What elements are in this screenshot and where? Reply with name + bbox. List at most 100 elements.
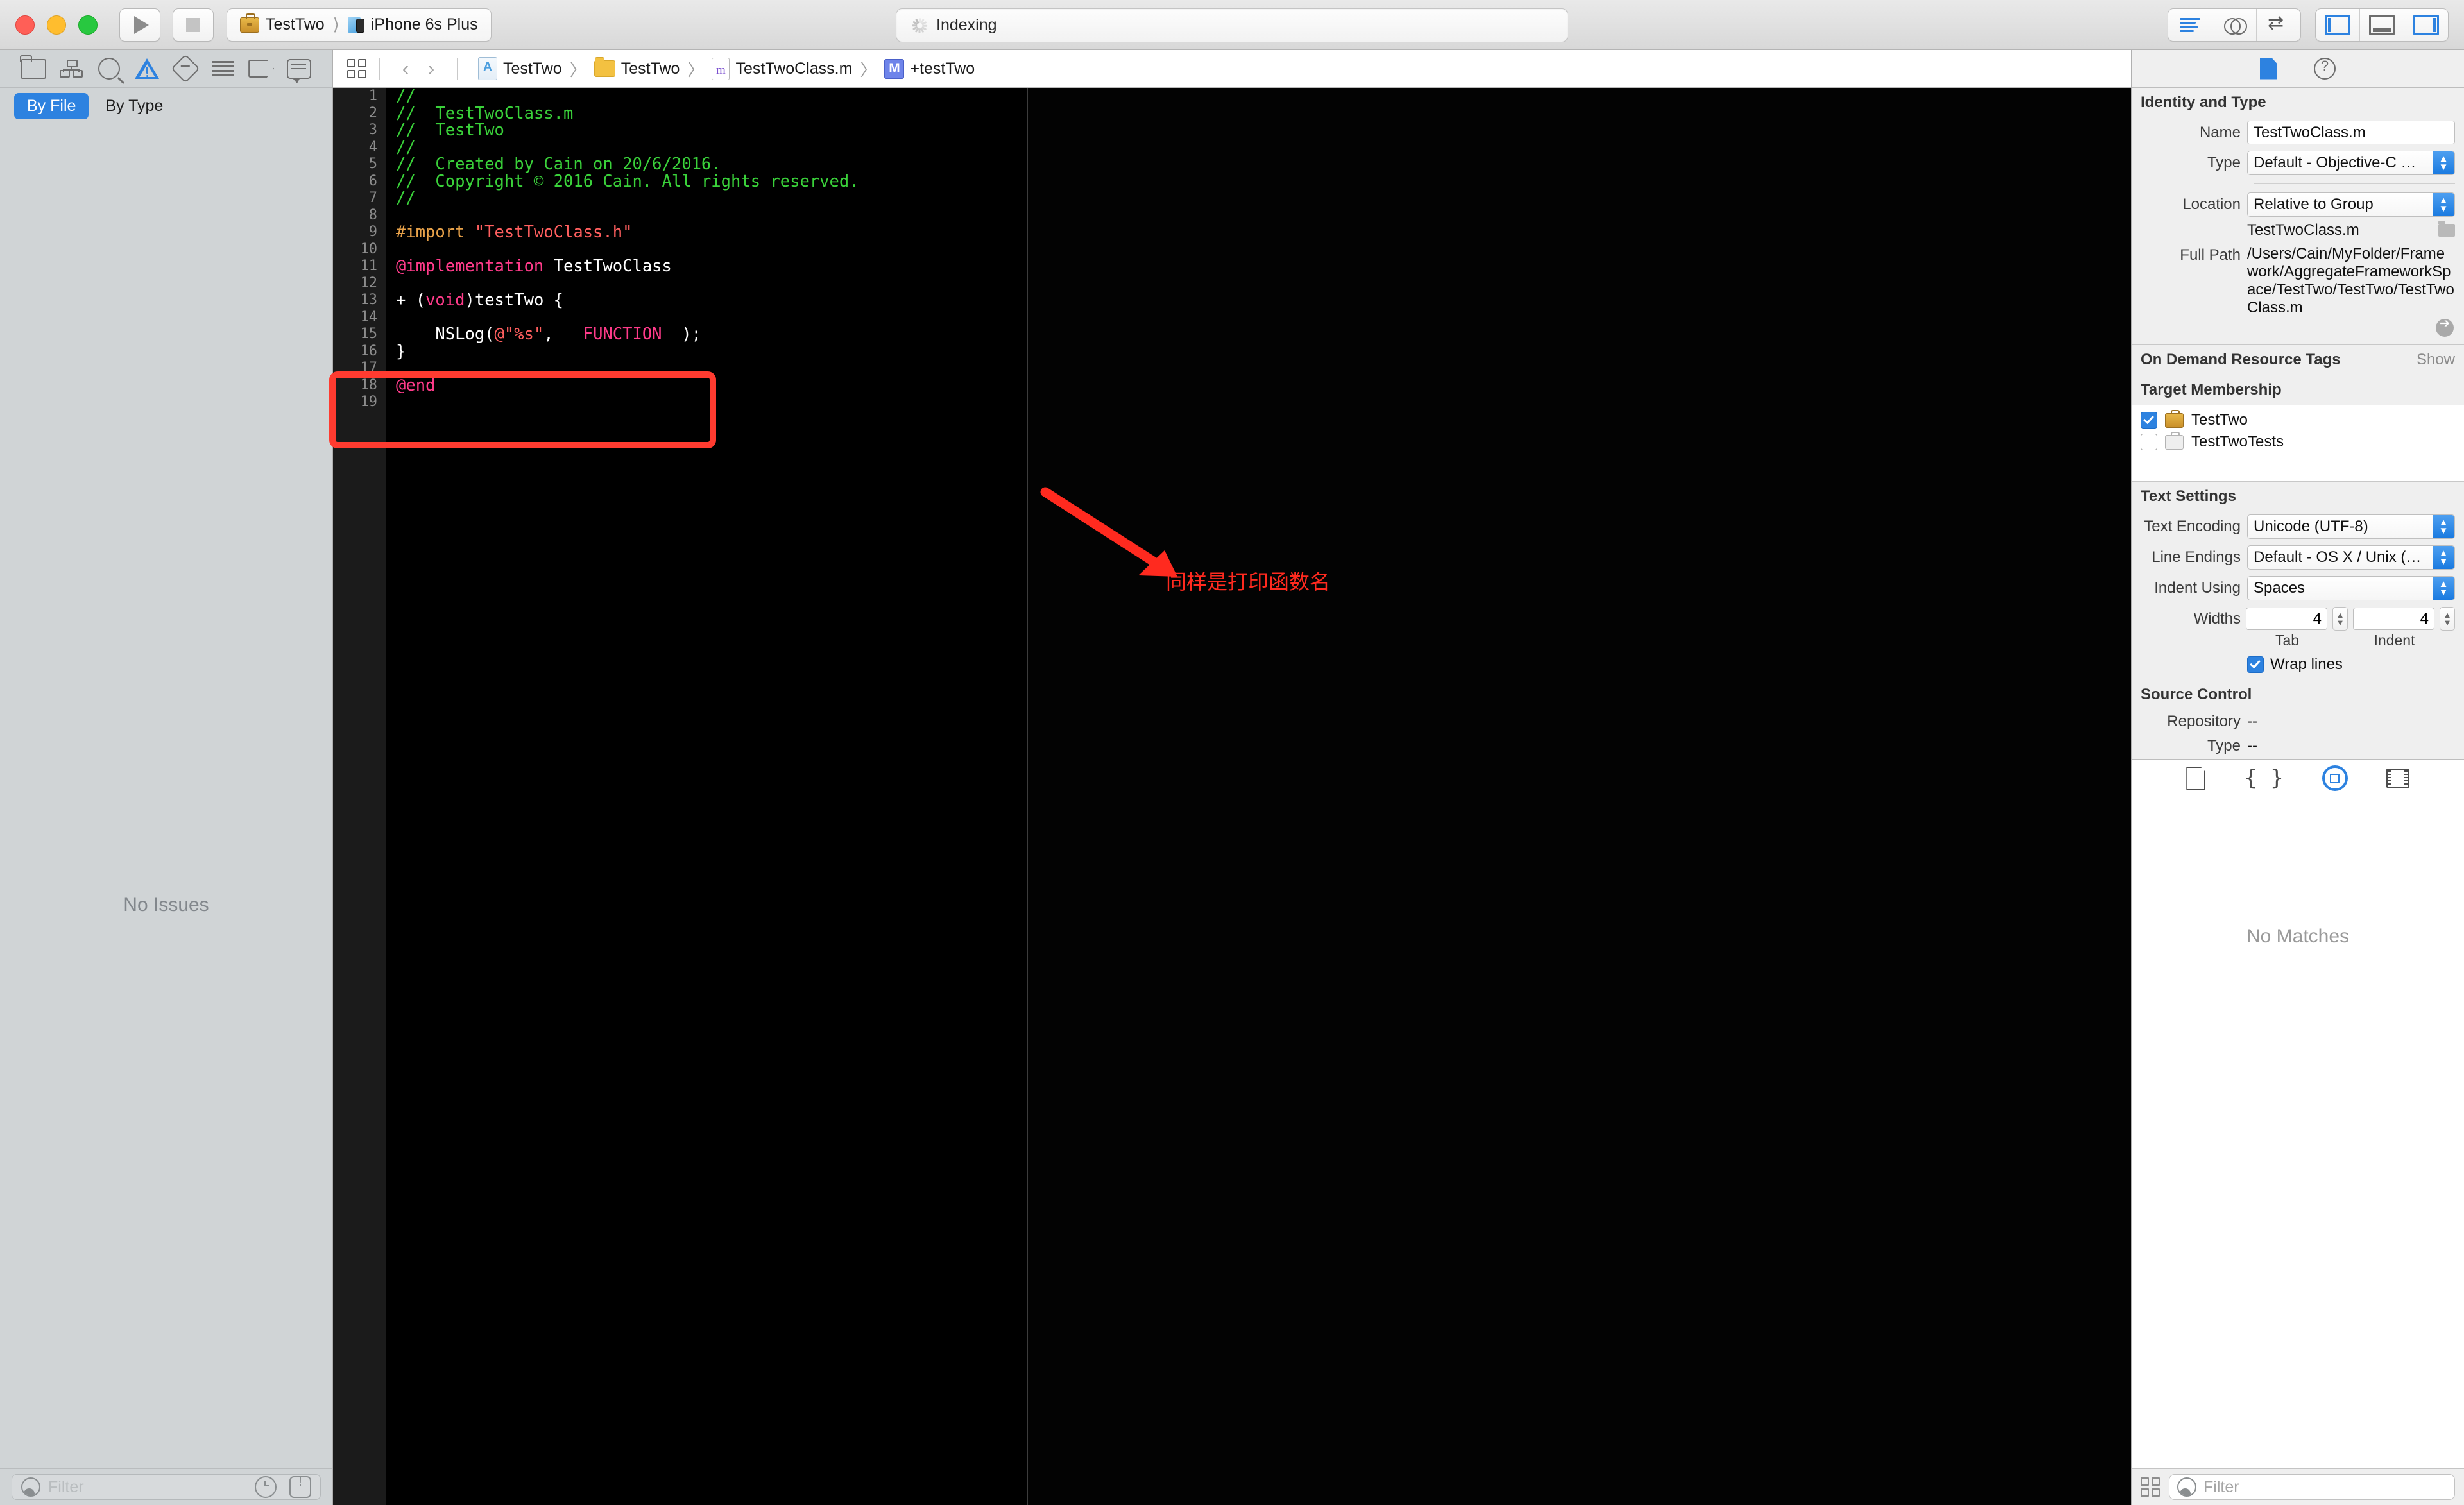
- wrap-lines-checkbox[interactable]: [2247, 656, 2264, 673]
- library-view-mode-icon[interactable]: [2141, 1477, 2160, 1497]
- code-line: 18 @end: [333, 377, 1027, 395]
- breadcrumb-item-file[interactable]: TestTwoClass.m: [709, 57, 855, 80]
- tab-width-stepper[interactable]: ▲ ▼: [2332, 607, 2348, 631]
- media-library-tab[interactable]: [2386, 769, 2409, 788]
- type-row: Type Default - Objective-C Sou… ▲ ▼: [2132, 148, 2464, 178]
- line-text: // Created by Cain on 20/6/2016.: [396, 155, 721, 174]
- navigator-filter-input[interactable]: Filter: [12, 1474, 321, 1500]
- target-checkbox-checked[interactable]: [2141, 412, 2157, 429]
- identity-and-type-header: Identity and Type: [2132, 88, 2464, 117]
- navigator-tab-debug[interactable]: [209, 56, 237, 81]
- tab-width-input[interactable]: 4: [2246, 608, 2327, 630]
- errors-only-icon[interactable]: [289, 1474, 311, 1498]
- odr-title: On Demand Resource Tags: [2141, 351, 2341, 368]
- scheme-destination-selector[interactable]: TestTwo ⟩ iPhone 6s Plus: [227, 8, 492, 42]
- annotation-text: 同样是打印函数名: [1166, 570, 1331, 594]
- code-line: 15 NSLog(@"%s", __FUNCTION__);: [333, 326, 1027, 343]
- breadcrumb-item-group[interactable]: TestTwo: [592, 57, 683, 78]
- indent-width-stepper[interactable]: ▲ ▼: [2440, 607, 2455, 631]
- recent-issues-icon[interactable]: [255, 1476, 277, 1498]
- target-label: TestTwo: [2191, 411, 2248, 429]
- assistant-editor-button[interactable]: [2212, 9, 2257, 41]
- zoom-window-button[interactable]: [78, 15, 98, 35]
- text-encoding-label: Text Encoding: [2144, 518, 2241, 535]
- code-lines[interactable]: 1 // 2 // TestTwoClass.m 3 // TestTwo 4 // 5 // C…: [333, 88, 1027, 1505]
- navigator-tab-symbol[interactable]: [57, 56, 85, 81]
- no-matches-message: No Matches: [2246, 926, 2350, 947]
- indent-using-popup-button[interactable]: Spaces ▲ ▼: [2247, 576, 2455, 600]
- code-line: 16}: [333, 343, 1027, 361]
- navigator-tab-report[interactable]: [285, 56, 313, 83]
- location-popup-button[interactable]: Relative to Group ▲ ▼: [2247, 192, 2455, 217]
- library-tab-bar: { }: [2132, 759, 2464, 797]
- close-window-button[interactable]: [15, 15, 35, 35]
- name-field[interactable]: TestTwoClass.m: [2247, 121, 2455, 144]
- toggle-utilities-button[interactable]: [2404, 9, 2448, 41]
- navigator-tab-issue[interactable]: [133, 56, 161, 81]
- text-encoding-value: Unicode (UTF-8): [2254, 518, 2368, 535]
- version-editor-button[interactable]: [2257, 9, 2300, 41]
- target-checkbox-unchecked[interactable]: [2141, 434, 2157, 450]
- reveal-in-finder-icon[interactable]: [2436, 316, 2454, 337]
- line-number: 18: [360, 377, 378, 393]
- navigator-tab-project[interactable]: [19, 55, 47, 81]
- text-encoding-popup-button[interactable]: Unicode (UTF-8) ▲ ▼: [2247, 514, 2455, 539]
- quick-help-inspector-tab[interactable]: [2314, 58, 2336, 80]
- related-items-icon[interactable]: [347, 59, 366, 78]
- no-issues-message: No Issues: [123, 894, 209, 915]
- code-snippet-library-tab[interactable]: { }: [2244, 765, 2283, 791]
- sc-type-value: --: [2247, 737, 2257, 754]
- breadcrumb-label: +testTwo: [910, 59, 975, 78]
- file-template-library-tab[interactable]: [2186, 766, 2206, 790]
- stop-button[interactable]: [173, 8, 214, 42]
- toggle-debug-area-button[interactable]: [2360, 9, 2404, 41]
- code-pane[interactable]: 1 // 2 // TestTwoClass.m 3 // TestTwo 4 // 5 // C…: [329, 88, 1028, 1505]
- line-text: @implementation TestTwoClass: [396, 257, 672, 276]
- standard-editor-button[interactable]: [2168, 9, 2212, 41]
- navigator-tab-find[interactable]: [95, 56, 123, 81]
- choose-folder-icon[interactable]: [2438, 221, 2455, 237]
- filter-by-file-button[interactable]: By File: [14, 92, 89, 119]
- scheme-label: TestTwo: [266, 15, 325, 33]
- code-line: 19: [333, 394, 1027, 411]
- odr-show-button[interactable]: Show: [2417, 351, 2455, 369]
- type-popup-button[interactable]: Default - Objective-C Sou… ▲ ▼: [2247, 151, 2455, 175]
- line-endings-popup-button[interactable]: Default - OS X / Unix (LF) ▲ ▼: [2247, 545, 2455, 570]
- line-text: NSLog(@"%s", __FUNCTION__);: [396, 325, 701, 344]
- object-library-tab[interactable]: [2322, 765, 2348, 791]
- library-content: No Matches: [2132, 797, 2464, 1468]
- chevron-right-icon: 〉: [687, 60, 705, 80]
- navigator-content: No Issues: [0, 124, 332, 1468]
- inspector-tab-bar: [2132, 50, 2464, 88]
- target-membership-list: TestTwo TestTwoTests: [2132, 405, 2464, 482]
- chevron-right-icon: 〉: [860, 60, 877, 80]
- target-app-icon: [2165, 409, 2184, 428]
- navigator-tab-test[interactable]: [170, 54, 200, 83]
- wrap-lines-row[interactable]: Wrap lines: [2132, 652, 2464, 680]
- navigator-panel: By File By Type No Issues Filter: [0, 50, 333, 1505]
- breadcrumb-item-symbol[interactable]: +testTwo: [882, 58, 977, 79]
- widths-label: Widths: [2193, 609, 2241, 627]
- line-number: 14: [360, 309, 378, 325]
- line-number: 4: [368, 139, 377, 155]
- file-inspector-tab[interactable]: [2260, 58, 2277, 80]
- navigator-tab-breakpoint[interactable]: [247, 56, 275, 81]
- run-button[interactable]: [119, 8, 160, 42]
- breadcrumb-item-project[interactable]: TestTwo: [475, 57, 565, 80]
- view-toggle-segmented-control: [2315, 8, 2449, 42]
- target-membership-row[interactable]: TestTwo: [2132, 409, 2464, 431]
- code-line: 1 //: [333, 88, 1027, 105]
- filter-by-type-button[interactable]: By Type: [105, 97, 163, 115]
- minimize-window-button[interactable]: [47, 15, 66, 35]
- target-membership-row[interactable]: TestTwoTests: [2132, 431, 2464, 453]
- name-row: Name TestTwoClass.m: [2132, 117, 2464, 148]
- line-text: //: [396, 87, 416, 106]
- breadcrumb-label: TestTwo: [620, 59, 680, 78]
- search-icon: [98, 58, 121, 80]
- indent-width-input[interactable]: 4: [2353, 608, 2434, 630]
- library-filter-input[interactable]: Filter: [2169, 1474, 2455, 1500]
- toolbar: TestTwo ⟩ iPhone 6s Plus Indexing: [0, 0, 2464, 50]
- go-back-button[interactable]: ‹: [393, 57, 418, 80]
- go-forward-button[interactable]: ›: [418, 57, 444, 80]
- toggle-navigator-button[interactable]: [2316, 9, 2360, 41]
